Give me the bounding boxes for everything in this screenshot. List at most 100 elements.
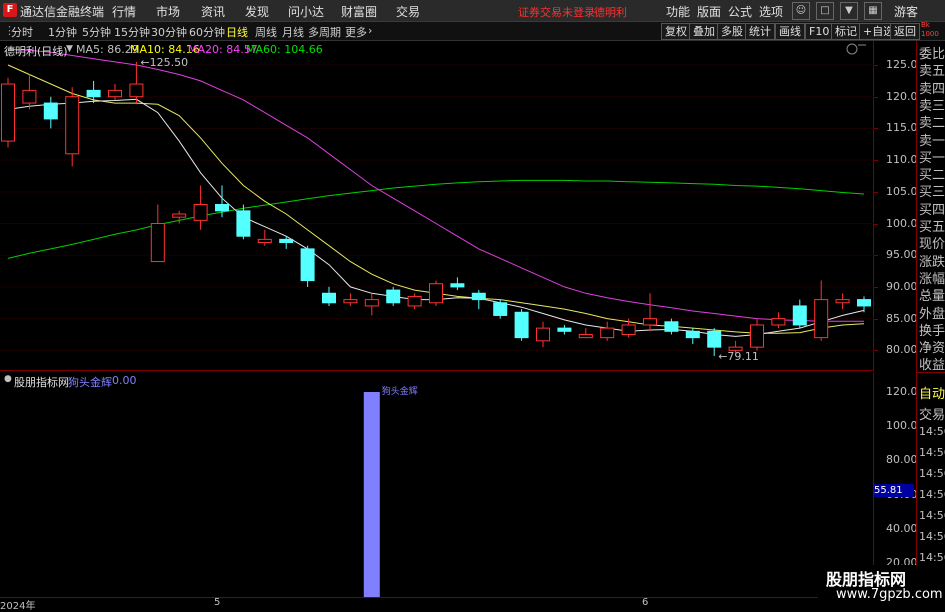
candle-body — [664, 321, 679, 332]
quote-field-label[interactable]: 买五 — [919, 216, 945, 235]
login-notice[interactable]: 证券交易未登录 — [518, 4, 595, 20]
quote-field-label[interactable]: 现价 — [919, 233, 945, 252]
candle-body — [557, 327, 572, 332]
quote-field-label[interactable]: 收益 — [919, 354, 945, 373]
menu-market[interactable]: 市场 — [156, 3, 180, 20]
candle-body — [108, 89, 122, 98]
adjust-button[interactable]: 复权 — [661, 23, 691, 40]
panel-divider — [917, 372, 945, 373]
period-more[interactable]: 更多 — [345, 24, 367, 40]
candle-body — [300, 248, 315, 282]
candle-body — [471, 292, 486, 301]
candle-body — [514, 311, 529, 339]
period-1min[interactable]: 1分钟 — [48, 24, 77, 40]
f10-button[interactable]: F10 — [805, 23, 834, 40]
indicator-bar-label: 狗头金辉 — [382, 385, 418, 397]
indicator-toggle-icon[interactable]: ● — [4, 374, 12, 384]
quote-field-label[interactable]: 总量 — [919, 285, 945, 304]
quote-field-label[interactable]: 卖三 — [919, 95, 945, 114]
trade-log-item[interactable]: 14:56 — [919, 425, 945, 438]
menu-ask[interactable]: 问小达 — [288, 3, 324, 20]
menu-news[interactable]: 资讯 — [201, 3, 225, 20]
trade-log-item[interactable]: 自动 — [919, 383, 945, 402]
multi-stock-button[interactable]: 多股 — [717, 23, 747, 40]
price-tick-label: 80.00 — [886, 343, 918, 357]
quote-field-label[interactable]: 委比 — [919, 43, 945, 62]
chart-title: 德明利(日线) — [4, 45, 68, 58]
quote-field-label[interactable]: 卖二 — [919, 112, 945, 131]
quote-field-label[interactable]: 卖四 — [919, 78, 945, 97]
period-daily[interactable]: 日线 — [226, 24, 248, 40]
trade-log-item[interactable]: 14:56 — [919, 488, 945, 501]
period-tick[interactable]: 分时 — [11, 24, 33, 40]
candle-body — [578, 333, 593, 339]
quote-field-label[interactable]: 买二 — [919, 164, 945, 183]
period-5min[interactable]: 5分钟 — [82, 24, 111, 40]
user-icon[interactable]: ☺ — [792, 2, 810, 20]
quote-field-label[interactable]: 卖一 — [919, 130, 945, 149]
quote-field-label[interactable]: 涨幅 — [919, 268, 945, 287]
mark-button[interactable]: 标记 — [831, 23, 861, 40]
price-tick-mark — [874, 160, 878, 162]
quote-field-label[interactable]: 涨跌 — [919, 251, 945, 270]
stats-button[interactable]: 统计 — [745, 23, 775, 40]
price-tick-label: 110.0 — [886, 153, 918, 167]
period-monthly[interactable]: 月线 — [282, 24, 304, 40]
guest-label[interactable]: 游客 — [894, 3, 918, 20]
candle-body — [792, 305, 807, 326]
more-chevron-icon[interactable]: › — [368, 24, 372, 37]
draw-button[interactable]: 画线 — [775, 23, 805, 40]
candle-body — [193, 204, 208, 221]
price-tick-label: 105.0 — [886, 184, 918, 198]
back-button[interactable]: 返回 — [890, 23, 920, 40]
current-stock-name: 德明利 — [594, 6, 627, 19]
quote-field-label[interactable]: 卖五 — [919, 60, 945, 79]
message-icon[interactable]: □ — [816, 2, 834, 20]
ma-toggle-icon[interactable]: ▼ — [66, 44, 73, 54]
period-weekly[interactable]: 周线 — [255, 24, 277, 40]
period-30min[interactable]: 30分钟 — [151, 24, 187, 40]
menu-function[interactable]: 功能 — [666, 3, 690, 20]
period-multi[interactable]: 多周期 — [308, 24, 341, 40]
date-axis-label: 5 — [214, 597, 221, 608]
price-tick-label: 120.0 — [886, 89, 918, 103]
price-tick-mark — [874, 318, 878, 320]
period-60min[interactable]: 60分钟 — [189, 24, 225, 40]
candle-body — [236, 210, 251, 237]
trade-log-item[interactable]: 14:56 — [919, 530, 945, 543]
toggle-icon[interactable]: ▼ — [840, 2, 858, 20]
menu-discover[interactable]: 发现 — [245, 3, 269, 20]
candle-body — [43, 102, 58, 120]
menu-layout[interactable]: 版面 — [697, 3, 721, 20]
trade-log-item[interactable]: 交易 — [919, 404, 945, 423]
candle-body — [22, 89, 37, 104]
menu-quotes[interactable]: 行情 — [112, 3, 136, 20]
date-axis: 2024年 5 6 — [0, 597, 916, 612]
price-tick-label: 115.0 — [886, 121, 918, 135]
menu-trade[interactable]: 交易 — [396, 3, 420, 20]
trade-log-item[interactable]: 14:56 — [919, 551, 945, 564]
menu-wealth[interactable]: 财富圈 — [341, 3, 377, 20]
layout-icon[interactable]: ▦ — [864, 2, 882, 20]
overlay-button[interactable]: 叠加 — [689, 23, 719, 40]
quote-field-label[interactable]: 净资 — [919, 337, 945, 356]
kline-chart[interactable]: ←125.50 ←79.11 — [0, 41, 874, 371]
price-tick-label: 85.00 — [886, 311, 918, 325]
quote-field-label[interactable]: 买三 — [919, 181, 945, 200]
indicator-chart[interactable]: 狗头金辉 — [0, 372, 874, 597]
quote-field-label[interactable]: 买四 — [919, 199, 945, 218]
trade-log-item[interactable]: 14:56 — [919, 509, 945, 522]
quote-field-label[interactable]: 外盘 — [919, 303, 945, 322]
trade-log-item[interactable]: 14:56 — [919, 446, 945, 459]
quote-field-label[interactable]: 换手 — [919, 320, 945, 339]
price-tick-mark — [874, 191, 878, 193]
price-tick-label: 90.00 — [886, 279, 918, 293]
candle-body — [215, 204, 229, 212]
candle-body — [150, 223, 165, 263]
candle-body — [621, 324, 636, 335]
period-15min[interactable]: 15分钟 — [114, 24, 150, 40]
menu-formula[interactable]: 公式 — [728, 3, 752, 20]
menu-options[interactable]: 选项 — [759, 3, 783, 20]
trade-log-item[interactable]: 14:56 — [919, 467, 945, 480]
quote-field-label[interactable]: 买一 — [919, 147, 945, 166]
